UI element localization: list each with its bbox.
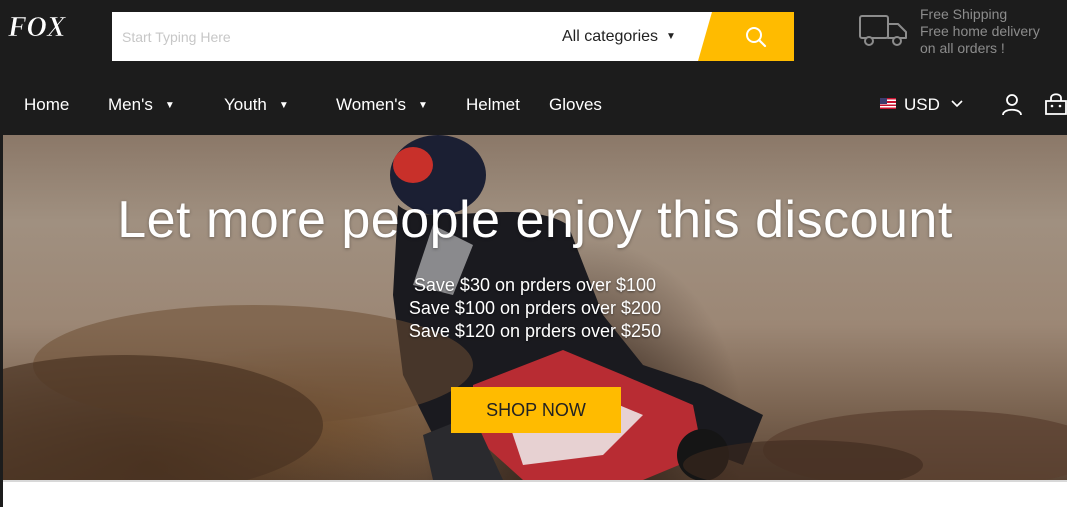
- cart-button[interactable]: [1044, 92, 1067, 121]
- truck-icon: [859, 15, 907, 46]
- nav-label: Women's: [336, 95, 407, 114]
- hero-title: Let more people enjoy this discount: [117, 191, 953, 249]
- search-button[interactable]: [698, 12, 794, 61]
- user-icon: [1002, 94, 1022, 116]
- nav-label: Men's: [108, 95, 153, 114]
- caret-down-icon: ▼: [666, 31, 676, 43]
- nav-label: Helmet: [466, 95, 520, 114]
- currency-selector[interactable]: USD: [880, 75, 963, 135]
- caret-down-icon: ▼: [164, 99, 175, 111]
- offer-line: Save $30 on prders over $100: [413, 275, 657, 295]
- shop-now-button[interactable]: SHOP NOW: [451, 387, 621, 433]
- fox-logo[interactable]: FOX: [6, 10, 92, 49]
- nav-item-helmet[interactable]: Helmet: [466, 75, 520, 135]
- nav-label: Youth: [224, 95, 267, 114]
- search-icon: [746, 26, 767, 47]
- nav-item-home[interactable]: Home: [24, 75, 69, 135]
- top-header: FOX All categories ▼ Free Shipping Free h…: [0, 0, 1067, 75]
- search-input[interactable]: [112, 12, 552, 61]
- hero-offers: Save $30 on prders over $100 Save $100 o…: [3, 274, 1067, 343]
- shipping-line-2: Free home delivery: [920, 23, 1040, 39]
- category-dropdown[interactable]: All categories ▼: [562, 12, 676, 61]
- shipping-line-3: on all orders !: [920, 40, 1005, 56]
- shipping-info: Free Shipping Free home delivery on all …: [858, 6, 1040, 56]
- chevron-down-icon: [951, 99, 963, 107]
- nav-item-youth[interactable]: Youth ▼: [224, 75, 289, 135]
- category-label: All categories: [562, 28, 659, 45]
- nav-label: Home: [24, 95, 70, 114]
- caret-down-icon: ▼: [278, 99, 289, 111]
- account-button[interactable]: [1000, 92, 1024, 121]
- cart-icon: [1045, 93, 1067, 115]
- nav-item-mens[interactable]: Men's ▼: [108, 75, 175, 135]
- content-area-top: [3, 480, 1067, 507]
- caret-down-icon: ▼: [418, 99, 428, 111]
- logo-text: FOX: [7, 12, 67, 43]
- search-bar: All categories ▼: [112, 12, 794, 61]
- hero-banner: Let more people enjoy this discount Save…: [3, 135, 1067, 480]
- us-flag-icon: [880, 98, 896, 110]
- nav-item-gloves[interactable]: Gloves: [549, 75, 602, 135]
- nav-item-womens[interactable]: Women's ▼: [336, 75, 428, 135]
- main-nav: Home Men's ▼ Youth ▼ Women's ▼ Helmet Glove…: [0, 75, 1067, 135]
- nav-label: Gloves: [549, 95, 602, 114]
- shipping-title: Free Shipping: [920, 6, 1008, 22]
- offer-line: Save $120 on prders over $250: [408, 321, 662, 341]
- currency-label: USD: [904, 95, 940, 114]
- offer-line: Save $100 on prders over $200: [408, 298, 662, 318]
